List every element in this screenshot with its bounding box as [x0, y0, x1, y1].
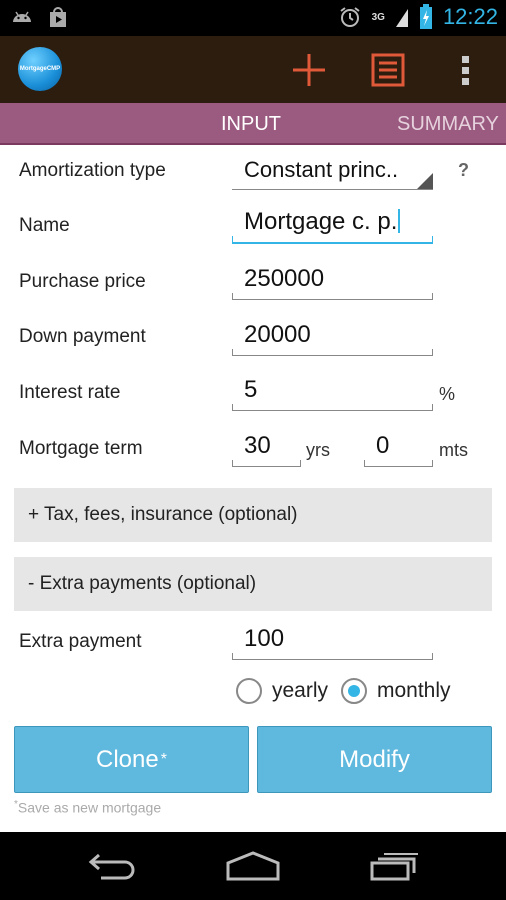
amortization-type-spinner[interactable]: Constant princ.. — [232, 150, 433, 190]
tab-bar: INPUT SUMMARY — [0, 103, 506, 145]
list-icon — [371, 53, 405, 87]
down-payment-value: 20000 — [244, 321, 311, 348]
months-unit: mts — [439, 440, 468, 460]
extra-payment-value: 100 — [244, 625, 285, 652]
interest-rate-value: 5 — [244, 376, 258, 403]
term-months-value: 0 — [376, 432, 390, 459]
android-icon — [13, 11, 31, 22]
back-icon — [88, 853, 135, 880]
back-button[interactable] — [82, 848, 142, 884]
recent-apps-button[interactable] — [364, 848, 424, 884]
purchase-price-value: 250000 — [244, 265, 325, 292]
tab-input[interactable]: INPUT — [221, 113, 281, 136]
tax-section-label: + Tax, fees, insurance (optional) — [28, 504, 298, 525]
amortization-type-label: Amortization type — [19, 160, 166, 181]
name-value: Mortgage c. p. — [244, 208, 398, 235]
percent-unit: % — [439, 384, 456, 404]
radio-yearly-label: yearly — [272, 679, 329, 702]
overflow-menu-icon — [462, 56, 469, 85]
radio-monthly-label: monthly — [377, 679, 451, 702]
network-type: 3G — [371, 11, 385, 23]
home-button[interactable] — [223, 848, 283, 884]
battery-icon — [419, 4, 432, 29]
home-icon — [226, 851, 280, 881]
radio-selected-icon — [341, 678, 367, 704]
help-button[interactable]: ? — [458, 160, 469, 181]
alarm-icon — [339, 7, 360, 27]
down-payment-input[interactable]: 20000 — [232, 316, 433, 356]
app-logo-text: MortgageCMP — [19, 66, 61, 72]
radio-monthly[interactable]: monthly — [341, 678, 451, 704]
mortgage-list-button[interactable] — [368, 50, 408, 90]
status-bar: 3G 12:22 — [0, 0, 506, 36]
extra-section-label: - Extra payments (optional) — [28, 573, 257, 594]
add-mortgage-button[interactable] — [289, 50, 329, 90]
purchase-price-label: Purchase price — [19, 271, 146, 292]
app-logo[interactable]: MortgageCMP — [18, 47, 62, 91]
footnote-text: Save as new mortgage — [17, 799, 162, 816]
overflow-menu-button[interactable] — [446, 50, 486, 90]
clone-asterisk: * — [160, 750, 167, 768]
text-cursor — [398, 209, 401, 233]
play-store-icon — [50, 7, 66, 27]
dropdown-triangle-icon — [417, 173, 433, 189]
interest-rate-input[interactable]: 5 — [232, 371, 433, 411]
modify-button[interactable]: Modify — [257, 726, 492, 793]
clone-button-label: Clone — [96, 745, 159, 773]
amortization-type-value: Constant princ.. — [244, 157, 399, 182]
purchase-price-input[interactable]: 250000 — [232, 260, 433, 300]
mortgage-term-label: Mortgage term — [19, 438, 143, 459]
extra-payment-input[interactable]: 100 — [232, 620, 433, 660]
radio-circle-icon — [236, 678, 262, 704]
interest-rate-label: Interest rate — [19, 382, 121, 403]
tax-fees-insurance-section[interactable]: + Tax, fees, insurance (optional) — [14, 488, 492, 542]
signal-icon — [395, 9, 408, 27]
extra-payments-section[interactable]: - Extra payments (optional) — [14, 557, 492, 611]
navigation-bar — [0, 832, 506, 900]
radio-yearly[interactable]: yearly — [236, 678, 328, 704]
recent-apps-icon — [370, 853, 418, 881]
clock: 12:22 — [442, 4, 498, 29]
clone-button[interactable]: Clone * — [14, 726, 249, 793]
action-bar: MortgageCMP — [0, 36, 506, 103]
name-label: Name — [19, 215, 70, 236]
tab-summary[interactable]: SUMMARY — [397, 113, 499, 136]
extra-payment-label: Extra payment — [19, 631, 142, 652]
add-icon — [293, 54, 325, 86]
modify-button-label: Modify — [339, 745, 410, 773]
name-input[interactable]: Mortgage c. p. — [232, 204, 433, 244]
years-unit: yrs — [306, 440, 330, 460]
term-years-input[interactable]: 30 — [232, 427, 301, 467]
term-months-input[interactable]: 0 — [364, 427, 433, 467]
clone-footnote: *Save as new mortgage — [14, 799, 161, 816]
down-payment-label: Down payment — [19, 326, 146, 347]
term-years-value: 30 — [244, 432, 271, 459]
